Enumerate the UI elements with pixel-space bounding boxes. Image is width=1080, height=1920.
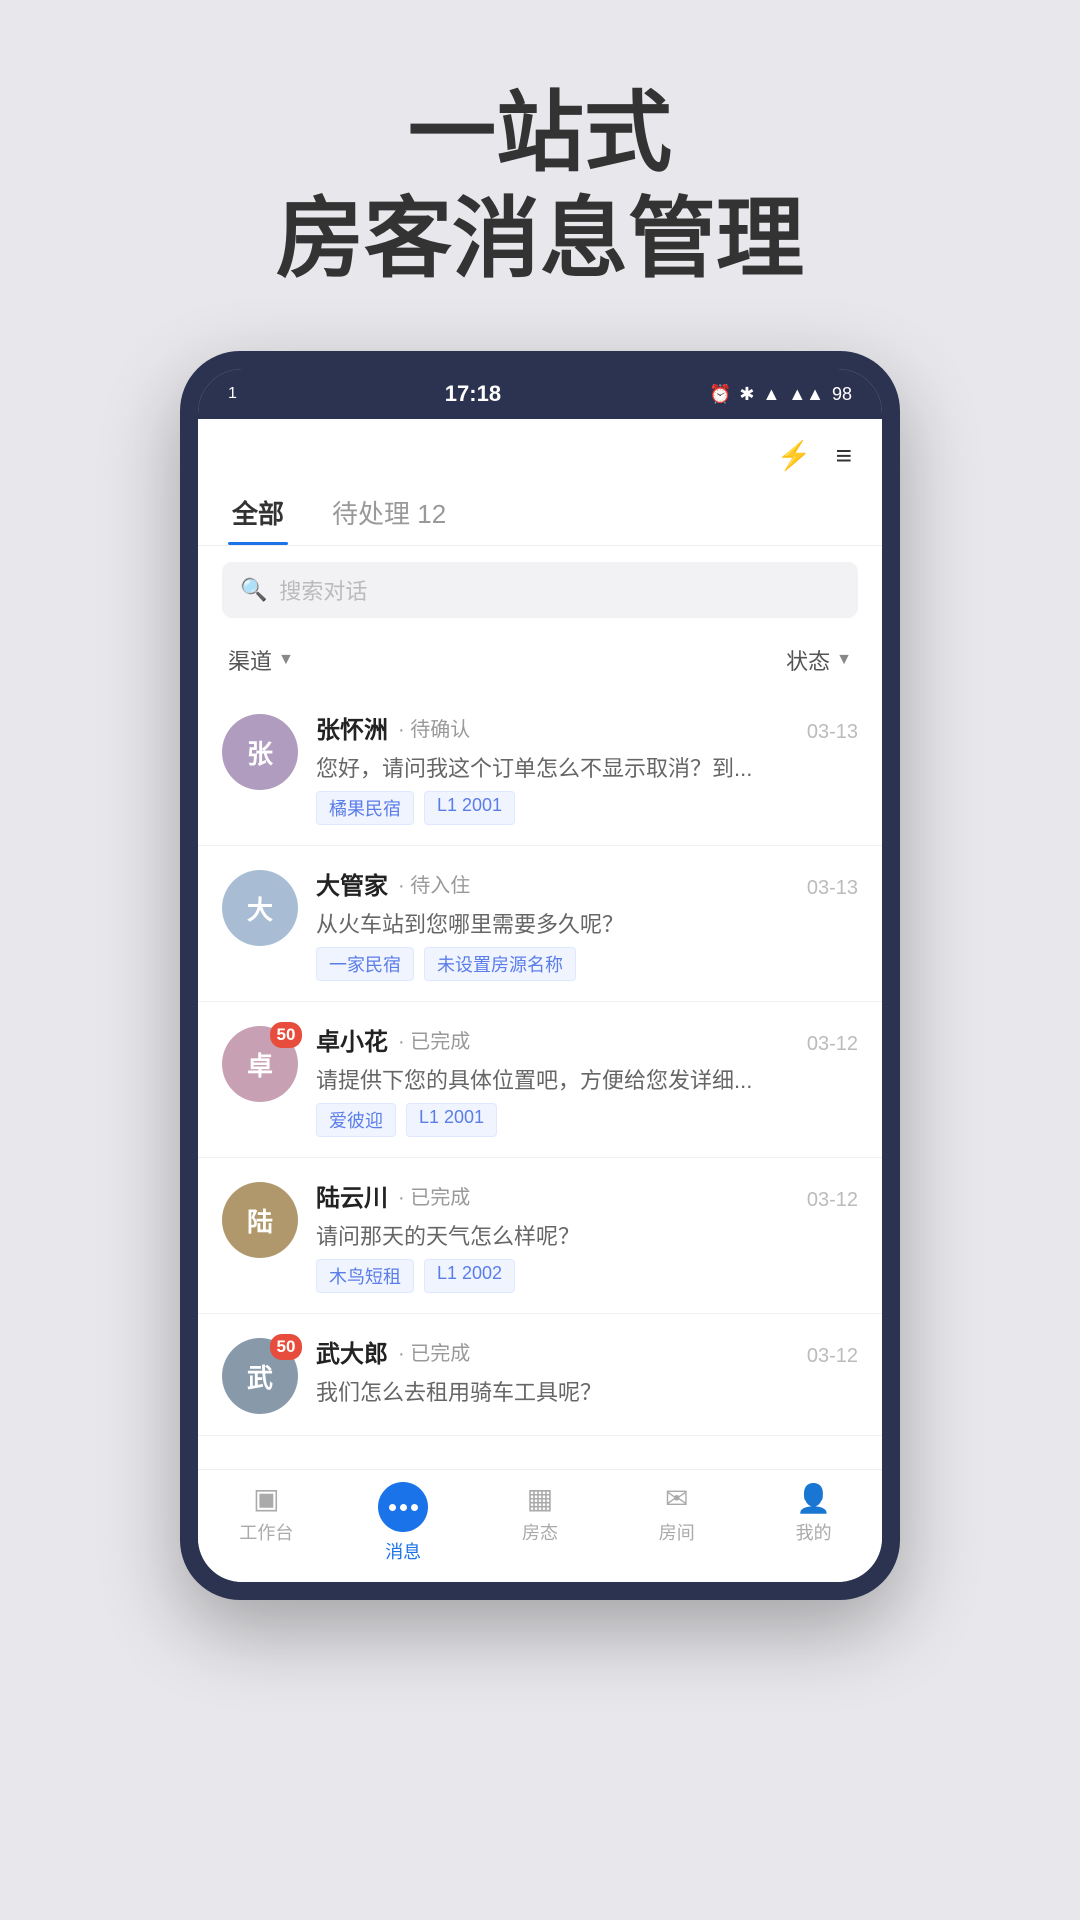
conv-name: 张怀洲: [316, 710, 388, 745]
avatar: 张: [222, 714, 298, 790]
conv-time: 03-13: [807, 877, 858, 900]
bottom-nav: ▣ 工作台消息 ▦ 房态 ✉ 房间 👤 我的: [198, 1469, 882, 1582]
bluetooth-icon: ✱: [739, 384, 754, 405]
conversation-item[interactable]: 大大管家 · 待入住 03-13 从火车站到您哪里需要多久呢？ 一家民宿未设置房源名称: [198, 846, 882, 1002]
conv-name: 大管家: [316, 866, 388, 901]
status-icons: ⏰ ✱ ▲ ▲▲ 98: [709, 384, 852, 405]
conv-time: 03-12: [807, 1033, 858, 1056]
header-section: 一站式 房客消息管理: [276, 80, 804, 291]
nav-item-消息[interactable]: 消息: [363, 1482, 443, 1564]
conversation-item[interactable]: 张张怀洲 · 待确认 03-13 您好，请问我这个订单怎么不显示取消？到... 橘果民宿…: [198, 690, 882, 846]
top-bar: ⚡ ≡: [198, 419, 882, 482]
conv-message: 您好，请问我这个订单怎么不显示取消？到...: [316, 751, 858, 783]
nav-icon-我的: 👤: [796, 1482, 831, 1515]
search-placeholder: 搜索对话: [279, 574, 367, 606]
phone-screen: 1 17:18 ⏰ ✱ ▲ ▲▲ 98 ⚡ ≡ 全部: [198, 369, 882, 1582]
conv-message: 请问那天的天气怎么样呢？: [316, 1219, 858, 1251]
conv-message: 我们怎么去租用骑车工具呢？: [316, 1375, 858, 1407]
status-arrow-icon: ▼: [836, 651, 852, 669]
nav-label: 我的: [796, 1519, 832, 1545]
conv-status: · 已完成: [398, 1181, 470, 1210]
conv-name: 陆云川: [316, 1178, 388, 1213]
tab-all[interactable]: 全部: [228, 482, 288, 545]
conv-status: · 已完成: [398, 1025, 470, 1054]
menu-icon[interactable]: ≡: [836, 440, 852, 472]
nav-icon-工作台: ▣: [253, 1482, 279, 1515]
signal-icon: ▲▲: [788, 384, 824, 405]
tab-bar: 全部 待处理 12: [198, 482, 882, 546]
nav-label: 房间: [659, 1519, 695, 1545]
conv-message: 从火车站到您哪里需要多久呢？: [316, 907, 858, 939]
header-line1: 一站式 房客消息管理: [276, 80, 804, 291]
avatar: 陆: [222, 1182, 298, 1258]
conv-time: 03-12: [807, 1189, 858, 1212]
search-bar: 🔍 搜索对话: [198, 546, 882, 634]
conv-tag: L1 2002: [424, 1259, 515, 1293]
nav-label: 工作台: [239, 1519, 293, 1545]
conversation-item[interactable]: 武50 武大郎 · 已完成 03-12 我们怎么去租用骑车工具呢？: [198, 1314, 882, 1436]
tab-pending[interactable]: 待处理 12: [328, 482, 450, 545]
lightning-icon[interactable]: ⚡: [777, 439, 812, 472]
nav-item-工作台[interactable]: ▣ 工作台: [226, 1482, 306, 1564]
nav-label: 房态: [522, 1519, 558, 1545]
conv-tag: 一家民宿: [316, 947, 414, 981]
conv-time: 03-13: [807, 721, 858, 744]
wifi-icon: ▲: [762, 384, 780, 405]
nav-item-房间[interactable]: ✉ 房间: [637, 1482, 717, 1564]
avatar: 大: [222, 870, 298, 946]
channel-filter[interactable]: 渠道 ▼: [228, 644, 294, 676]
conversation-item[interactable]: 陆陆云川 · 已完成 03-12 请问那天的天气怎么样呢？ 木鸟短租 L1 2002: [198, 1158, 882, 1314]
nav-item-我的[interactable]: 👤 我的: [774, 1482, 854, 1564]
conversation-list: 张张怀洲 · 待确认 03-13 您好，请问我这个订单怎么不显示取消？到... 橘果民宿…: [198, 690, 882, 1436]
phone-mockup: 1 17:18 ⏰ ✱ ▲ ▲▲ 98 ⚡ ≡ 全部: [180, 351, 900, 1600]
messages-bubble-icon: [378, 1482, 428, 1532]
search-input-wrap[interactable]: 🔍 搜索对话: [222, 562, 858, 618]
status-filter[interactable]: 状态 ▼: [786, 644, 852, 676]
conv-status: · 已完成: [398, 1337, 470, 1366]
status-indicator: 1: [228, 385, 237, 403]
nav-icon-房态: ▦: [527, 1482, 553, 1515]
nav-icon-房间: ✉: [665, 1482, 688, 1515]
filter-row: 渠道 ▼ 状态 ▼: [198, 634, 882, 690]
conv-tag: L1 2001: [424, 791, 515, 825]
conv-tag: 木鸟短租: [316, 1259, 414, 1293]
search-icon: 🔍: [240, 577, 267, 603]
conversation-item[interactable]: 卓50 卓小花 · 已完成 03-12 请提供下您的具体位置吧，方便给您发详细... 爱彼…: [198, 1002, 882, 1158]
conv-name: 武大郎: [316, 1334, 388, 1369]
nav-label: 消息: [385, 1538, 421, 1564]
conv-time: 03-12: [807, 1345, 858, 1368]
avatar: 卓50: [222, 1026, 298, 1102]
status-bar: 1 17:18 ⏰ ✱ ▲ ▲▲ 98: [198, 369, 882, 419]
conv-tag: 未设置房源名称: [424, 947, 576, 981]
conv-message: 请提供下您的具体位置吧，方便给您发详细...: [316, 1063, 858, 1095]
status-time: 17:18: [445, 381, 501, 407]
channel-arrow-icon: ▼: [278, 651, 294, 669]
conv-name: 卓小花: [316, 1022, 388, 1057]
conv-status: · 待入住: [398, 869, 470, 898]
battery-icon: 98: [832, 384, 852, 405]
nav-item-房态[interactable]: ▦ 房态: [500, 1482, 580, 1564]
conv-tag: 爱彼迎: [316, 1103, 396, 1137]
avatar: 武50: [222, 1338, 298, 1414]
conv-tag: L1 2001: [406, 1103, 497, 1137]
conv-tag: 橘果民宿: [316, 791, 414, 825]
conv-status: · 待确认: [398, 713, 470, 742]
app-content: ⚡ ≡ 全部 待处理 12 🔍 搜索对话: [198, 419, 882, 1469]
alarm-icon: ⏰: [709, 384, 731, 405]
